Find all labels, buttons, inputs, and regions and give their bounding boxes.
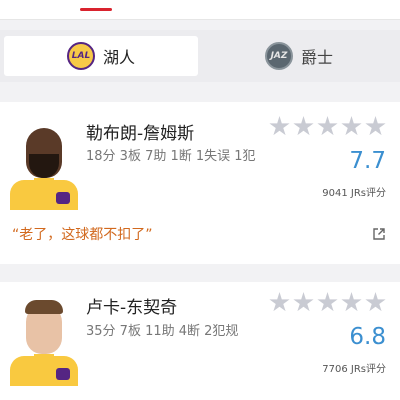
player-score: 6.8 [349, 324, 386, 350]
team-tab-label: 湖人 [102, 48, 135, 67]
player-stats: 18分 3板 7助 1断 1失误 1犯规 [86, 149, 256, 164]
team-tab-lakers[interactable]: LAL 湖人 [4, 36, 198, 76]
player-stats: 35分 7板 11助 4断 2犯规 [86, 324, 239, 339]
star-icon[interactable] [365, 116, 386, 136]
player-name: 卢卡-东契奇 [86, 298, 178, 318]
star-icon[interactable] [269, 116, 290, 136]
active-tab-indicator [80, 8, 112, 11]
rating-stars[interactable] [269, 292, 386, 313]
star-icon[interactable] [293, 292, 314, 312]
star-icon[interactable] [317, 116, 338, 136]
player-avatar [10, 294, 78, 386]
player-avatar [10, 118, 78, 210]
team-tab-label: 爵士 [300, 48, 333, 67]
star-icon[interactable] [269, 292, 290, 312]
lakers-logo-icon: LAL [66, 42, 95, 70]
star-icon[interactable] [293, 116, 314, 136]
jazz-logo-icon: JAZ [264, 42, 293, 70]
rating-count: 7706 JRs评分 [322, 364, 386, 375]
player-score: 7.7 [349, 148, 386, 174]
star-icon[interactable] [341, 292, 362, 312]
team-switcher: LAL 湖人 JAZ 爵士 [0, 30, 400, 82]
top-tab-strip [0, 0, 400, 20]
hot-comment[interactable]: “老了，这球都不扣了” [12, 224, 153, 244]
star-icon[interactable] [365, 292, 386, 312]
rating-stars[interactable] [269, 116, 386, 137]
player-card[interactable]: 勒布朗-詹姆斯 18分 3板 7助 1断 1失误 1犯规 7.7 9041 JR… [0, 102, 400, 264]
star-icon[interactable] [317, 292, 338, 312]
player-card[interactable]: 卢卡-东契奇 35分 7板 11助 4断 2犯规 6.8 7706 JRs评分 [0, 282, 400, 400]
rating-count: 9041 JRs评分 [322, 188, 386, 199]
share-icon[interactable] [372, 227, 386, 241]
team-tab-jazz[interactable]: JAZ 爵士 [202, 36, 396, 76]
star-icon[interactable] [341, 116, 362, 136]
player-name: 勒布朗-詹姆斯 [86, 124, 195, 144]
